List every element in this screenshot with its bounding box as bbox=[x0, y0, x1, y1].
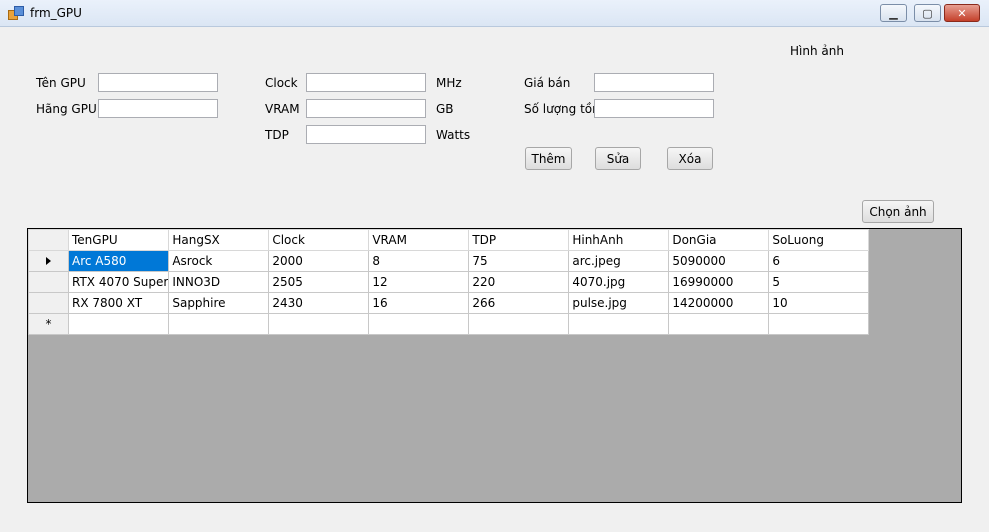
grid-cell[interactable]: INNO3D bbox=[168, 271, 270, 293]
grid-cell[interactable] bbox=[168, 313, 270, 335]
grid-cell[interactable]: RX 7800 XT bbox=[67, 292, 170, 314]
grid-cell[interactable]: 2505 bbox=[268, 271, 370, 293]
minimize-icon: ▁ bbox=[889, 6, 898, 20]
hang-gpu-label: Hãng GPU bbox=[36, 102, 97, 116]
row-header[interactable] bbox=[28, 271, 69, 293]
table-row[interactable]: RTX 4070 Super INNO3D 2505 12 220 4070.j… bbox=[28, 271, 870, 293]
edit-button[interactable]: Sửa bbox=[595, 147, 641, 170]
grid-cell[interactable]: 5090000 bbox=[668, 250, 770, 272]
vram-unit: GB bbox=[436, 102, 454, 116]
maximize-icon: ▢ bbox=[922, 6, 933, 20]
grid-cell[interactable]: 6 bbox=[768, 250, 870, 272]
ten-gpu-input[interactable] bbox=[98, 73, 218, 92]
grid-cell[interactable]: 4070.jpg bbox=[568, 271, 670, 293]
grid-cell[interactable] bbox=[768, 313, 870, 335]
so-luong-label: Số lượng tồn bbox=[524, 102, 600, 116]
row-header[interactable]: * bbox=[28, 313, 69, 335]
column-header[interactable]: VRAM bbox=[368, 229, 470, 251]
tdp-label: TDP bbox=[265, 128, 289, 142]
column-header[interactable]: DonGia bbox=[668, 229, 770, 251]
column-header[interactable]: Clock bbox=[268, 229, 370, 251]
maximize-button[interactable]: ▢ bbox=[914, 4, 941, 22]
new-row-marker-icon: * bbox=[45, 317, 52, 331]
vram-input[interactable] bbox=[306, 99, 426, 118]
grid-cell[interactable]: arc.jpeg bbox=[568, 250, 670, 272]
grid-cell[interactable]: RTX 4070 Super bbox=[67, 271, 170, 293]
gpu-data-grid[interactable]: TenGPU HangSX Clock VRAM TDP HinhAnh Don… bbox=[27, 228, 962, 503]
grid-header-row: TenGPU HangSX Clock VRAM TDP HinhAnh Don… bbox=[28, 229, 870, 251]
grid-cell[interactable]: pulse.jpg bbox=[568, 292, 670, 314]
grid-cell[interactable]: 14200000 bbox=[668, 292, 770, 314]
grid-corner-header[interactable] bbox=[28, 229, 69, 251]
hinh-anh-label: Hình ảnh bbox=[790, 44, 844, 58]
minimize-button[interactable]: ▁ bbox=[880, 4, 907, 22]
window-title: frm_GPU bbox=[30, 6, 82, 20]
grid-cell[interactable] bbox=[368, 313, 470, 335]
grid-cell[interactable]: 8 bbox=[368, 250, 470, 272]
column-header[interactable]: HinhAnh bbox=[568, 229, 670, 251]
grid-cell[interactable] bbox=[268, 313, 370, 335]
current-row-arrow-icon bbox=[46, 257, 51, 265]
tdp-unit: Watts bbox=[436, 128, 471, 142]
delete-button[interactable]: Xóa bbox=[667, 147, 713, 170]
ten-gpu-label: Tên GPU bbox=[36, 76, 86, 90]
grid-cell[interactable] bbox=[67, 313, 170, 335]
grid-cell[interactable] bbox=[668, 313, 770, 335]
grid-cell[interactable]: Sapphire bbox=[168, 292, 270, 314]
row-header[interactable] bbox=[28, 292, 69, 314]
grid-cell[interactable]: 266 bbox=[468, 292, 570, 314]
clock-label: Clock bbox=[265, 76, 298, 90]
choose-image-button[interactable]: Chọn ảnh bbox=[862, 200, 934, 223]
so-luong-input[interactable] bbox=[594, 99, 714, 118]
grid-cell[interactable]: Asrock bbox=[168, 250, 270, 272]
gia-ban-input[interactable] bbox=[594, 73, 714, 92]
grid-cell[interactable]: 5 bbox=[768, 271, 870, 293]
hang-gpu-input[interactable] bbox=[98, 99, 218, 118]
tdp-input[interactable] bbox=[306, 125, 426, 144]
vram-label: VRAM bbox=[265, 102, 300, 116]
app-icon bbox=[8, 6, 24, 20]
grid-cell[interactable] bbox=[468, 313, 570, 335]
grid-cell[interactable]: 75 bbox=[468, 250, 570, 272]
clock-input[interactable] bbox=[306, 73, 426, 92]
gia-ban-label: Giá bán bbox=[524, 76, 571, 90]
table-row[interactable]: RX 7800 XT Sapphire 2430 16 266 pulse.jp… bbox=[28, 292, 870, 314]
grid-cell[interactable]: 10 bbox=[768, 292, 870, 314]
gpu-table: TenGPU HangSX Clock VRAM TDP HinhAnh Don… bbox=[28, 229, 870, 335]
grid-cell[interactable]: 12 bbox=[368, 271, 470, 293]
row-header[interactable] bbox=[28, 250, 69, 272]
clock-unit: MHz bbox=[436, 76, 462, 90]
table-row[interactable]: Arc A580 Asrock 2000 8 75 arc.jpeg 50900… bbox=[28, 250, 870, 272]
form-client-area: Tên GPU Hãng GPU Clock MHz VRAM GB TDP W… bbox=[0, 27, 989, 532]
title-bar[interactable]: frm_GPU ▁ ▢ ✕ bbox=[0, 0, 989, 27]
grid-cell[interactable]: 16990000 bbox=[668, 271, 770, 293]
grid-cell[interactable]: 16 bbox=[368, 292, 470, 314]
column-header[interactable]: SoLuong bbox=[768, 229, 870, 251]
grid-cell[interactable]: 2000 bbox=[268, 250, 370, 272]
add-button[interactable]: Thêm bbox=[525, 147, 572, 170]
grid-cell[interactable]: 2430 bbox=[268, 292, 370, 314]
grid-cell[interactable]: 220 bbox=[468, 271, 570, 293]
new-row[interactable]: * bbox=[28, 313, 870, 335]
grid-cell[interactable] bbox=[568, 313, 670, 335]
grid-cell[interactable]: Arc A580 bbox=[67, 250, 170, 272]
close-button[interactable]: ✕ bbox=[944, 4, 980, 22]
column-header[interactable]: HangSX bbox=[168, 229, 270, 251]
column-header[interactable]: TenGPU bbox=[67, 229, 170, 251]
column-header[interactable]: TDP bbox=[468, 229, 570, 251]
close-icon: ✕ bbox=[957, 6, 967, 20]
